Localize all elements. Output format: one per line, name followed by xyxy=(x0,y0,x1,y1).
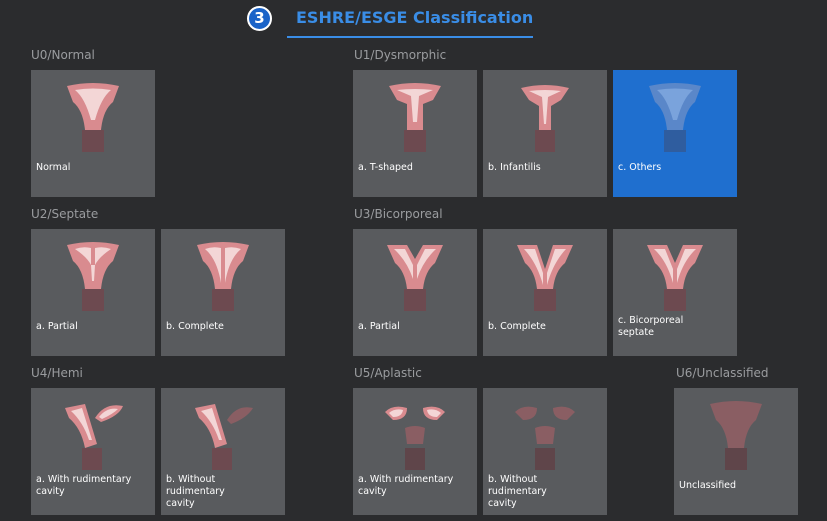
group-label-u1: U1/Dysmorphic xyxy=(354,48,447,62)
tile-u0-normal[interactable]: Normal xyxy=(31,70,155,197)
tile-label: Normal xyxy=(36,162,71,173)
tile-u1-others[interactable]: c. Others xyxy=(613,70,737,197)
uterus-hemi-without-cavity-icon xyxy=(191,398,255,472)
tile-u1-infantilis[interactable]: b. Infantilis xyxy=(483,70,607,197)
group-label-u4: U4/Hemi xyxy=(31,366,83,380)
uterus-aplastic-with-cavity-icon xyxy=(383,398,447,472)
uterus-t-shaped-icon xyxy=(383,80,447,154)
uterus-hemi-with-cavity-icon xyxy=(61,398,125,472)
uterus-septate-partial-icon xyxy=(61,239,125,313)
uterus-normal-icon xyxy=(61,80,125,154)
tile-label: a. With rudimentary cavity xyxy=(36,474,132,497)
tile-label: a. T-shaped xyxy=(358,162,413,173)
tile-label: a. Partial xyxy=(358,321,400,332)
tile-label: c. Bicorporeal septate xyxy=(618,315,684,338)
uterus-bicorporeal-partial-icon xyxy=(383,239,447,313)
uterus-unclassified-icon xyxy=(704,398,768,472)
title-underline xyxy=(287,36,533,38)
tile-label: b. Without rudimentary cavity xyxy=(166,474,225,509)
tile-u2-complete[interactable]: b. Complete xyxy=(161,229,285,356)
tile-u2-partial[interactable]: a. Partial xyxy=(31,229,155,356)
tile-u3-bicorporeal-septate[interactable]: c. Bicorporeal septate xyxy=(613,229,737,356)
page-title: ESHRE/ESGE Classification xyxy=(296,8,534,27)
uterus-others-icon xyxy=(643,80,707,154)
tile-label: b. Without rudimentary cavity xyxy=(488,474,547,509)
uterus-aplastic-without-cavity-icon xyxy=(513,398,577,472)
tile-label: Unclassified xyxy=(679,480,737,491)
tile-label: c. Others xyxy=(618,162,662,173)
tile-u3-complete[interactable]: b. Complete xyxy=(483,229,607,356)
tile-label: a. With rudimentary cavity xyxy=(358,474,454,497)
tile-label: a. Partial xyxy=(36,321,78,332)
tile-u3-partial[interactable]: a. Partial xyxy=(353,229,477,356)
uterus-septate-complete-icon xyxy=(191,239,255,313)
step-number-badge: 3 xyxy=(247,6,272,31)
tile-u5-with-rudimentary-cavity[interactable]: a. With rudimentary cavity xyxy=(353,388,477,515)
header: 3 ESHRE/ESGE Classification xyxy=(0,0,827,40)
group-label-u5: U5/Aplastic xyxy=(354,366,422,380)
uterus-infantilis-icon xyxy=(513,80,577,154)
group-label-u3: U3/Bicorporeal xyxy=(354,207,443,221)
tile-label: b. Infantilis xyxy=(488,162,541,173)
uterus-bicorporeal-complete-icon xyxy=(513,239,577,313)
tile-label: b. Complete xyxy=(488,321,546,332)
group-label-u6: U6/Unclassified xyxy=(676,366,769,380)
group-label-u2: U2/Septate xyxy=(31,207,99,221)
tile-u4-without-rudimentary-cavity[interactable]: b. Without rudimentary cavity xyxy=(161,388,285,515)
uterus-bicorporeal-septate-icon xyxy=(643,239,707,313)
tile-u1-t-shaped[interactable]: a. T-shaped xyxy=(353,70,477,197)
group-label-u0: U0/Normal xyxy=(31,48,95,62)
tile-u5-without-rudimentary-cavity[interactable]: b. Without rudimentary cavity xyxy=(483,388,607,515)
tile-label: b. Complete xyxy=(166,321,224,332)
tile-u6-unclassified[interactable]: Unclassified xyxy=(674,388,798,515)
tile-u4-with-rudimentary-cavity[interactable]: a. With rudimentary cavity xyxy=(31,388,155,515)
